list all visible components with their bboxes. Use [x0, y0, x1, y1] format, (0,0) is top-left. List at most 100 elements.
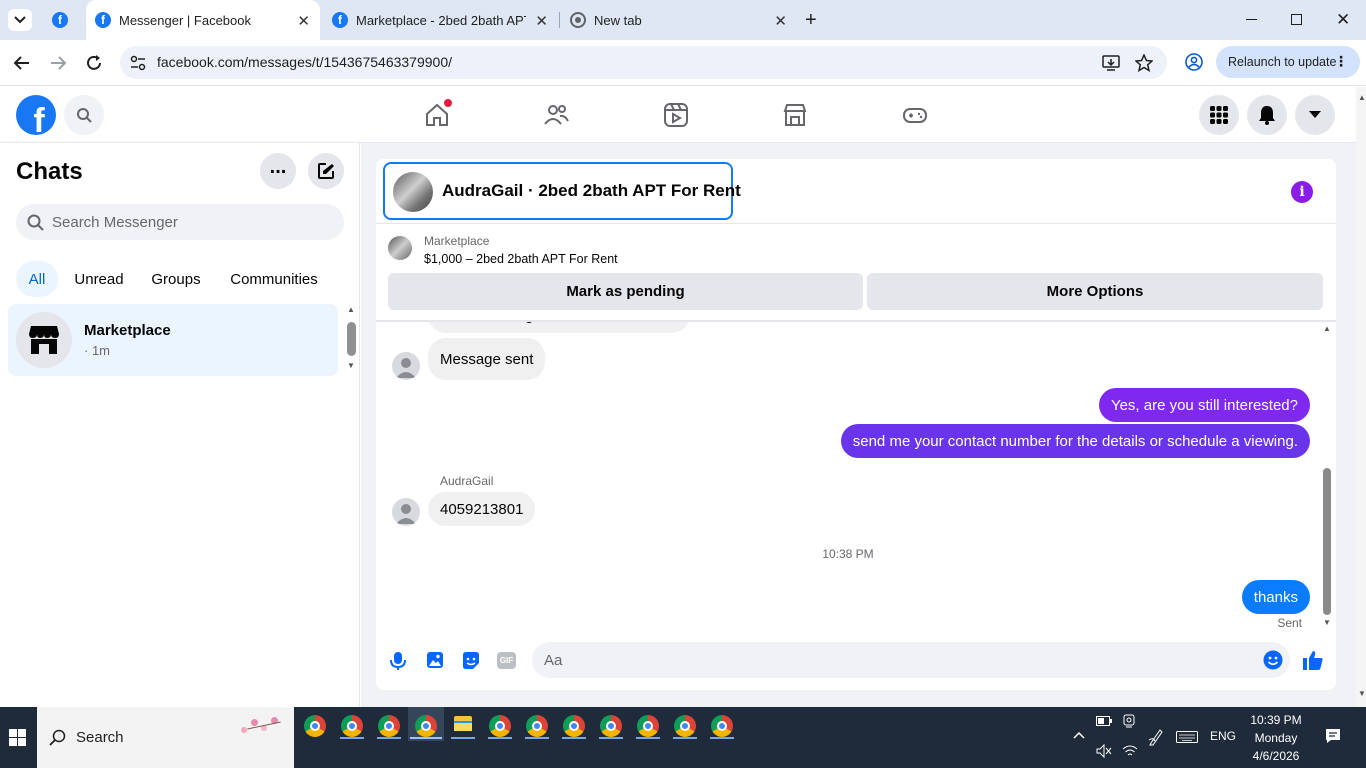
kebab-menu-icon[interactable]: ⋮	[1334, 53, 1348, 70]
pinned-tab-facebook[interactable]: f	[52, 12, 68, 28]
photo-icon[interactable]	[426, 651, 444, 669]
mark-as-pending-button[interactable]: Mark as pending	[388, 273, 863, 310]
taskbar-running-indicator	[599, 737, 623, 739]
tab-search-button[interactable]	[8, 9, 32, 31]
nav-video[interactable]	[663, 102, 689, 128]
info-icon[interactable]: i	[1291, 181, 1313, 203]
facebook-logo-icon[interactable]: f	[16, 95, 56, 135]
taskbar-chrome-icon[interactable]	[711, 715, 733, 737]
wifi-icon[interactable]	[1122, 744, 1138, 758]
taskbar-search-label: Search	[76, 729, 124, 746]
message-bubble-incoming[interactable]: 4059213801	[428, 492, 536, 526]
marketplace-shop-icon	[29, 326, 59, 354]
minimize-icon[interactable]	[1246, 19, 1257, 20]
message-composer[interactable]: Aa	[532, 642, 1290, 678]
taskbar-chrome-icon[interactable]	[341, 715, 363, 737]
taskbar-chrome-icon[interactable]	[637, 715, 659, 737]
chat-list-item[interactable]: Marketplace · 1m	[8, 304, 338, 376]
site-settings-icon[interactable]	[130, 55, 146, 71]
nav-home[interactable]	[424, 99, 452, 128]
nav-friends[interactable]	[543, 102, 569, 128]
emoji-icon[interactable]	[1263, 650, 1283, 670]
taskbar-chrome-icon[interactable]	[378, 715, 400, 737]
address-bar[interactable]: facebook.com/messages/t/1543675463379900…	[120, 46, 1167, 79]
message-list: Good evening, is this still available? M…	[376, 322, 1336, 640]
taskbar-chrome-icon[interactable]	[563, 715, 585, 737]
taskbar-chrome-icon[interactable]	[415, 715, 437, 737]
close-window-icon[interactable]: ✕	[1336, 10, 1350, 30]
scroll-up-icon[interactable]: ▲	[347, 305, 355, 314]
more-options-button[interactable]: More Options	[867, 273, 1323, 310]
filter-all[interactable]: All	[16, 261, 58, 297]
taskbar-chrome-icon[interactable]	[526, 715, 548, 737]
input-language[interactable]: ENG	[1210, 729, 1236, 743]
close-tab-icon[interactable]: ✕	[774, 12, 787, 30]
scroll-down-icon[interactable]: ▼	[1358, 689, 1366, 698]
scrollbar-thumb[interactable]	[347, 322, 356, 356]
taskbar-search-box[interactable]: Search	[37, 707, 294, 768]
message-bubble-outgoing[interactable]: send me your contact number for the deta…	[840, 424, 1310, 458]
tab-new-tab[interactable]: New tab ✕	[561, 0, 797, 40]
tab-title: New tab	[594, 12, 642, 28]
chat-list-scrollbar[interactable]: ▲ ▼	[344, 305, 358, 375]
tab-messenger[interactable]: f Messenger | Facebook ✕	[86, 0, 320, 40]
tab-divider	[559, 12, 560, 28]
taskbar-chrome-icon[interactable]	[489, 715, 511, 737]
microphone-icon[interactable]	[390, 651, 406, 671]
restore-icon[interactable]	[1291, 14, 1302, 25]
battery-icon[interactable]	[1096, 716, 1112, 726]
scrollbar-thumb[interactable]	[1323, 468, 1331, 615]
filter-communities[interactable]: Communities	[218, 261, 330, 297]
close-tab-icon[interactable]: ✕	[535, 12, 548, 30]
message-scrollbar[interactable]: ▲ ▼	[1321, 324, 1333, 630]
notifications-button[interactable]	[1247, 95, 1287, 135]
new-message-button[interactable]	[308, 153, 344, 189]
taskbar-clock[interactable]: 10:39 PM Monday 4/6/2026	[1240, 711, 1312, 765]
conversation-header-button[interactable]: AudraGail · 2bed 2bath APT For Rent	[383, 162, 741, 220]
reload-icon[interactable]	[85, 54, 103, 72]
pen-icon[interactable]	[1148, 728, 1164, 746]
taskbar-file-explorer-icon[interactable]	[454, 716, 472, 731]
gif-icon[interactable]: GIF	[497, 652, 516, 669]
new-tab-plus-icon[interactable]: +	[805, 9, 817, 32]
taskbar-chrome-icon[interactable]	[304, 715, 326, 737]
filter-unread[interactable]: Unread	[64, 261, 134, 297]
message-bubble-outgoing[interactable]: thanks	[1241, 580, 1310, 614]
page-scrollbar[interactable]: ▲ ▼	[1356, 87, 1366, 707]
close-tab-icon[interactable]: ✕	[297, 12, 310, 30]
forward-icon[interactable]	[49, 54, 67, 72]
bookmark-star-icon[interactable]	[1135, 54, 1153, 72]
scroll-up-icon[interactable]: ▲	[1323, 324, 1331, 333]
message-bubble-outgoing[interactable]: Yes, are you still interested?	[1098, 388, 1310, 422]
back-icon[interactable]	[13, 54, 31, 72]
like-thumb-icon[interactable]	[1302, 649, 1324, 671]
camera-icon[interactable]	[1122, 714, 1136, 728]
search-input[interactable]	[52, 204, 332, 240]
windows-start-icon[interactable]	[9, 729, 26, 746]
taskbar-chrome-icon[interactable]	[674, 715, 696, 737]
menu-grid-button[interactable]	[1199, 95, 1239, 135]
filter-groups[interactable]: Groups	[140, 261, 212, 297]
tray-overflow-chevron-icon[interactable]	[1073, 731, 1085, 739]
listing-price-title[interactable]: $1,000 – 2bed 2bath APT For Rent	[424, 252, 618, 266]
account-menu-button[interactable]	[1295, 95, 1335, 135]
nav-marketplace[interactable]	[782, 102, 808, 128]
keyboard-icon[interactable]	[1176, 731, 1198, 743]
message-bubble-incoming[interactable]: Message sent	[428, 338, 546, 380]
taskbar-chrome-icon[interactable]	[600, 715, 622, 737]
scroll-down-icon[interactable]: ▼	[1323, 618, 1331, 627]
chats-options-button[interactable]: ...	[260, 153, 296, 189]
notification-center-icon[interactable]	[1325, 728, 1341, 744]
message-bubble-incoming[interactable]: Good evening, is this still available?	[428, 322, 690, 333]
volume-muted-icon[interactable]	[1096, 744, 1112, 758]
scroll-down-icon[interactable]: ▼	[347, 361, 355, 370]
scroll-up-icon[interactable]: ▲	[1358, 93, 1366, 102]
sticker-icon[interactable]	[461, 651, 480, 670]
install-app-icon[interactable]	[1102, 54, 1120, 72]
messenger-search[interactable]	[16, 204, 344, 240]
profile-icon[interactable]	[1185, 53, 1203, 71]
tab-marketplace[interactable]: f Marketplace - 2bed 2bath APT F ✕	[322, 0, 558, 40]
relaunch-button[interactable]: Relaunch to update ⋮	[1216, 46, 1360, 78]
facebook-search-button[interactable]	[64, 95, 104, 135]
nav-gaming[interactable]	[902, 102, 928, 128]
